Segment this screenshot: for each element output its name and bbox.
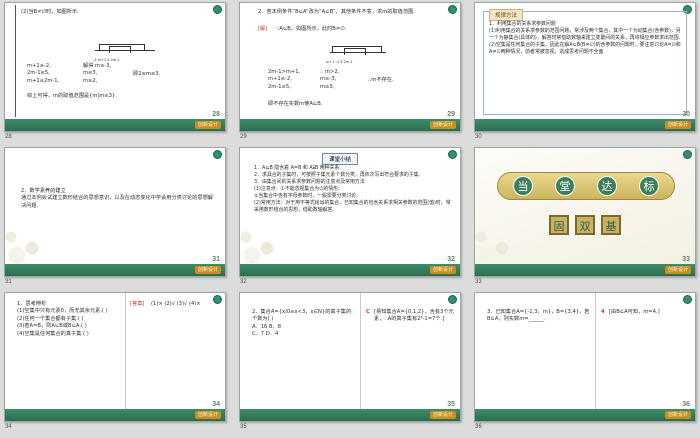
question-text: 2．集合A={x|0≤x<3，x∈N}的真子集的个数为( ) A．16 B．8 … [252,309,352,338]
banner-char: 堂 [555,176,575,196]
slide-thumbnail-33[interactable]: 当 堂 达 标 固 双 基 33 创新设计 [474,147,696,277]
answer-letter: C [366,309,370,315]
slide-thumbnail-30[interactable]: 规律方法 1．利用集合的关系求参数问题 (1)利用集合的关系求参数的范围问题，常… [474,2,696,132]
bottom-badge: 创新设计 [194,411,221,419]
slide-thumbnail-32[interactable]: 课堂小结 1．A⊆B 隐含着 A=B 和 A⫋B 两种关系. 2．求具合的子集时… [239,147,461,277]
bottom-badge: 创新设计 [664,121,691,129]
bottom-bar [475,409,695,421]
flower-decoration [475,219,535,264]
slide-corner-icon [213,5,222,14]
bottom-badge: 创新设计 [194,121,221,129]
inequality-system: m+1≥-2, 2m-1≤5, m+1≤2m-1, [27,63,60,84]
bottom-bar [5,119,225,131]
bottom-bar [475,264,695,276]
bottom-bar [5,264,225,276]
conclusion: 即不存在实数m使A⊆B. [268,101,323,107]
inequality-system: 2m-1>m+1, m+1≤-2, 2m-1≥5, [268,69,301,90]
page-number: 34 [212,401,220,408]
number-line [330,45,386,59]
solution-label: [解] [258,26,268,32]
bottom-badge: 创新设计 [429,121,456,129]
result: ∴m不存在. [368,77,394,83]
thumb-label: 29 [240,134,247,140]
page-number: 36 [682,401,690,408]
banner-char: 当 [513,176,533,196]
method-title: 规律方法 [489,9,524,21]
answer-label: [答案] [130,301,145,307]
thumb-label: 28 [5,134,12,140]
thumb-label: 33 [475,279,482,285]
inequality-solution: 解得 m≥-3, m≤3, m≥2, [83,63,112,84]
slide-thumbnail-34[interactable]: 1．思考辨析 (1)空集中只有元素0，而无其余元素.( ) (2)任何一个集合都… [4,292,226,422]
bottom-badge: 创新设计 [429,266,456,274]
slide-text: (2)当B≠∅时，如图所示. [21,9,79,15]
slide-thumbnail-28[interactable]: (2)当B≠∅时，如图所示. -2 m+1 5 2m-1 m+1≥-2, 2m-… [4,2,226,132]
slide-corner-icon [448,150,457,159]
page-number: 31 [212,256,220,263]
answer-text: [易知集合A={0,1,2}，含有3个元素，∴A的真子集有2³-1=7个.] [374,309,454,323]
seal-char: 双 [575,215,595,235]
slide-corner-icon [213,150,222,159]
bottom-bar [475,119,695,131]
result: 即2≤m≤3. [133,71,161,77]
inequality-solution: ∴ m>2, m≤-3, m≥3, [320,69,340,90]
conclusion: 综上可得，m的取值范围是{m|m≤3}. [27,93,117,99]
banner-char: 标 [639,176,659,196]
summary-title: 课堂小结 [322,153,359,165]
slide-text: 1．A⊆B 隐含着 A=B 和 A⫋B 两种关系. 2．求具合的子集时，可按照子… [254,165,451,213]
column-divider [595,293,596,409]
bottom-badge: 创新设计 [664,411,691,419]
thumb-label: 32 [240,279,247,285]
number-line [95,43,155,57]
slide-corner-icon [448,295,457,304]
bottom-bar [5,409,225,421]
column-divider [360,293,361,409]
bottom-badge: 创新设计 [429,411,456,419]
page-number: 33 [682,256,690,263]
seal-char: 基 [601,215,621,235]
thumb-label: 31 [5,279,12,285]
answer-text: (1)× (2)√ (3)√ (4)× [151,301,201,307]
slide-corner-icon [683,295,692,304]
page-number: 30 [682,111,690,118]
question-text: 1．思考辨析 (1)空集中只有元素0，而无其余元素.( ) (2)任何一个集合都… [17,301,108,337]
bottom-badge: 创新设计 [194,266,221,274]
flower-decoration [5,219,65,264]
slide-text: 2．若本例条件“B⊆A”改为“A⊆B”，其他条件不变，求m的取值范围. [258,9,415,15]
flower-decoration [240,219,300,264]
thumb-label: 30 [475,134,482,140]
answer-number: 4 [601,309,605,315]
bottom-bar [240,264,460,276]
slide-thumbnail-31[interactable]: 2．数学素养的建立 通过本例会试建立数形结合的思想意识，以及在动态变化中学会用分… [4,147,226,277]
page-number: 35 [447,401,455,408]
slide-text: 2．数学素养的建立 通过本例会试建立数形结合的思想意识，以及在动态变化中学会用分… [21,188,213,209]
answer-text: [由B⊆A可知，m=4.] [609,309,660,315]
page-number: 29 [447,111,455,118]
thumb-label: 36 [475,424,482,430]
bottom-bar [240,409,460,421]
slide-thumbnail-35[interactable]: 2．集合A={x|0≤x<3，x∈N}的真子集的个数为( ) A．16 B．8 … [239,292,461,422]
slide-text: ∵A⊆B，如图所示，此时B≠∅. [276,26,347,32]
margin-rule [15,5,16,117]
page-number: 32 [447,256,455,263]
thumb-label: 35 [240,424,247,430]
bottom-badge: 创新设计 [664,266,691,274]
thumb-label: 34 [5,424,12,430]
column-divider [125,293,126,409]
banner-char: 达 [597,176,617,196]
seal-char: 固 [549,215,569,235]
number-line-labels: m+1 -2 5 2m-1 [326,60,353,64]
slide-thumbnail-36[interactable]: 3．已知集合A={-1,3，m}，B={3,4}，若B⊆A，则实数m=_____… [474,292,696,422]
question-text: 3．已知集合A={-1,3，m}，B={3,4}，若B⊆A，则实数m=_____… [487,309,590,323]
slide-text: 1．利用集合的关系求参数问题 (1)利用集合的关系求参数的范围问题，常涉及两个集… [489,21,681,55]
slide-corner-icon [683,150,692,159]
slide-thumbnail-29[interactable]: 2．若本例条件“B⊆A”改为“A⊆B”，其他条件不变，求m的取值范围. [解] … [239,2,461,132]
bottom-bar [240,119,460,131]
page-number: 28 [212,111,220,118]
